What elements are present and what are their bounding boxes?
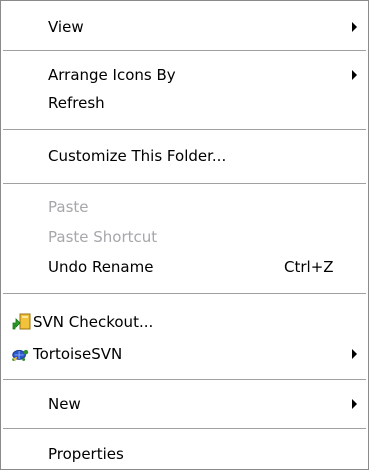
menu-item-undo-rename[interactable]: Undo Rename Ctrl+Z	[1, 254, 368, 280]
menu-item-label: New	[48, 395, 81, 413]
shortcut-text: Ctrl+Z	[284, 258, 334, 276]
submenu-arrow-icon	[352, 349, 357, 359]
menu-item-label: Paste Shortcut	[48, 228, 158, 246]
svn-checkout-icon	[12, 313, 31, 330]
menu-item-paste: Paste	[1, 194, 368, 220]
menu-item-label: Paste	[48, 198, 89, 216]
menu-item-label: SVN Checkout...	[33, 313, 154, 331]
menu-item-new[interactable]: New	[1, 391, 368, 417]
menu-separator	[3, 183, 366, 185]
menu-item-label: TortoiseSVN	[33, 345, 123, 363]
tortoisesvn-icon	[12, 349, 29, 362]
menu-item-svn-checkout[interactable]: SVN Checkout...	[1, 309, 368, 335]
menu-item-label: Arrange Icons By	[48, 66, 176, 84]
menu-separator	[3, 428, 366, 430]
menu-item-label: Properties	[48, 445, 124, 463]
submenu-arrow-icon	[352, 399, 357, 409]
menu-item-customize-folder[interactable]: Customize This Folder...	[1, 143, 368, 169]
context-menu: View Arrange Icons By Refresh Customize …	[0, 0, 369, 470]
menu-item-arrange-icons-by[interactable]: Arrange Icons By	[1, 62, 368, 88]
menu-separator	[3, 293, 366, 295]
submenu-arrow-icon	[352, 70, 357, 80]
menu-item-properties[interactable]: Properties	[1, 441, 368, 467]
menu-item-label: Customize This Folder...	[48, 147, 227, 165]
menu-item-view[interactable]: View	[1, 14, 368, 40]
menu-item-label: View	[48, 18, 84, 36]
menu-item-label: Refresh	[48, 94, 105, 112]
menu-item-paste-shortcut: Paste Shortcut	[1, 224, 368, 250]
menu-item-refresh[interactable]: Refresh	[1, 90, 368, 116]
menu-separator	[3, 379, 366, 381]
menu-item-label: Undo Rename	[48, 258, 154, 276]
menu-item-tortoisesvn[interactable]: TortoiseSVN	[1, 341, 368, 367]
menu-separator	[3, 129, 366, 131]
menu-separator	[3, 50, 366, 52]
submenu-arrow-icon	[352, 22, 357, 32]
